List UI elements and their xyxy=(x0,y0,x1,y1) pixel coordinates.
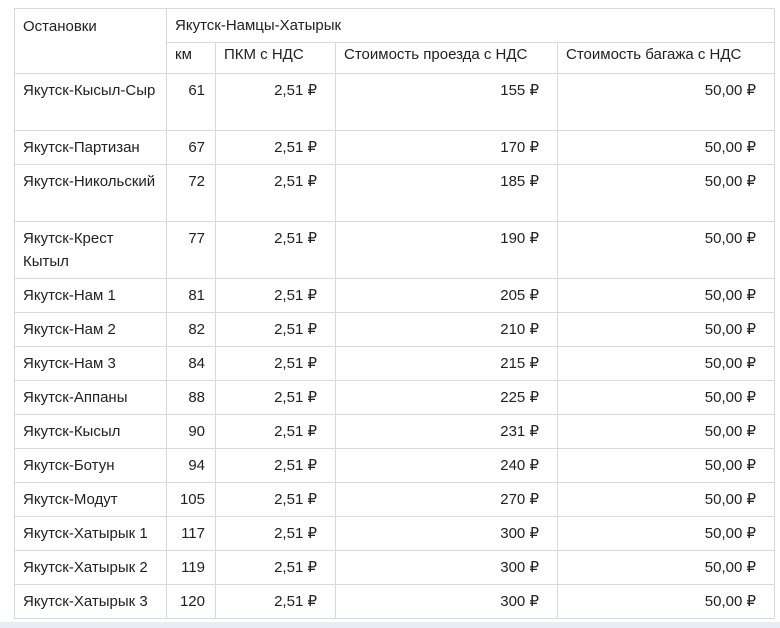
km-header: км xyxy=(166,42,216,74)
stop-cell: Якутск-Кысыл xyxy=(14,414,167,449)
pkm-cell: 2,51 ₽ xyxy=(215,414,336,449)
pkm-cell: 2,51 ₽ xyxy=(215,550,336,585)
stop-cell: Якутск-Нам 1 xyxy=(14,278,167,313)
table-row: Якутск-Крест Кытыл 77 2,51 ₽190 ₽50,00 ₽ xyxy=(14,221,776,279)
baggage-cell: 50,00 ₽ xyxy=(556,448,776,483)
km-cell: 72 xyxy=(166,164,216,222)
fare-cell: 300 ₽ xyxy=(335,584,558,619)
table-row: Якутск-Нам 2 82 2,51 ₽210 ₽50,00 ₽ xyxy=(14,312,776,347)
pkm-cell: 2,51 ₽ xyxy=(215,164,336,222)
km-cell: 119 xyxy=(166,550,216,585)
bottom-strip xyxy=(0,622,780,628)
table-row: Якутск-Аппаны 88 2,51 ₽225 ₽50,00 ₽ xyxy=(14,380,776,415)
table-row: Якутск-Модут 105 2,51 ₽270 ₽50,00 ₽ xyxy=(14,482,776,517)
table-row: Якутск-Хатырык 2 119 2,51 ₽300 ₽50,00 ₽ xyxy=(14,550,776,585)
pkm-cell: 2,51 ₽ xyxy=(215,482,336,517)
baggage-cell: 50,00 ₽ xyxy=(556,221,776,279)
pkm-cell: 2,51 ₽ xyxy=(215,130,336,165)
fare-cell: 231 ₽ xyxy=(335,414,558,449)
baggage-header: Стоимость багажа с НДС xyxy=(556,42,776,74)
pkm-cell: 2,51 ₽ xyxy=(215,278,336,313)
fare-cell: 155 ₽ xyxy=(335,73,558,131)
fare-cell: 225 ₽ xyxy=(335,380,558,415)
baggage-cell: 50,00 ₽ xyxy=(556,482,776,517)
pkm-header: ПКМ с НДС xyxy=(215,42,336,74)
km-cell: 84 xyxy=(166,346,216,381)
stop-cell: Якутск-Аппаны xyxy=(14,380,167,415)
km-cell: 67 xyxy=(166,130,216,165)
pkm-cell: 2,51 ₽ xyxy=(215,221,336,279)
table-row: Якутск-Хатырык 1 117 2,51 ₽300 ₽50,00 ₽ xyxy=(14,516,776,551)
table-row: Якутск-Партизан 67 2,51 ₽170 ₽50,00 ₽ xyxy=(14,130,776,165)
stop-cell: Якутск-Модут xyxy=(14,482,167,517)
km-cell: 90 xyxy=(166,414,216,449)
pkm-cell: 2,51 ₽ xyxy=(215,584,336,619)
stop-cell: Якутск-Кысыл-Сыр xyxy=(14,73,167,131)
pkm-cell: 2,51 ₽ xyxy=(215,516,336,551)
table-row: Якутск-Хатырык 3 120 2,51 ₽300 ₽50,00 ₽ xyxy=(14,584,776,619)
baggage-cell: 50,00 ₽ xyxy=(556,516,776,551)
fare-cell: 270 ₽ xyxy=(335,482,558,517)
km-cell: 117 xyxy=(166,516,216,551)
km-cell: 77 xyxy=(166,221,216,279)
table-row: Якутск-Кысыл-Сыр 61 2,51 ₽155 ₽50,00 ₽ xyxy=(14,73,776,131)
fare-header: Стоимость проезда с НДС xyxy=(335,42,558,74)
table-row: Якутск-Ботун 94 2,51 ₽240 ₽50,00 ₽ xyxy=(14,448,776,483)
fare-cell: 170 ₽ xyxy=(335,130,558,165)
fare-cell: 185 ₽ xyxy=(335,164,558,222)
pkm-cell: 2,51 ₽ xyxy=(215,346,336,381)
stop-cell: Якутск-Ботун xyxy=(14,448,167,483)
fare-cell: 240 ₽ xyxy=(335,448,558,483)
fare-cell: 300 ₽ xyxy=(335,550,558,585)
stops-header: Остановки xyxy=(14,8,167,74)
km-cell: 94 xyxy=(166,448,216,483)
baggage-cell: 50,00 ₽ xyxy=(556,312,776,347)
km-cell: 81 xyxy=(166,278,216,313)
baggage-cell: 50,00 ₽ xyxy=(556,346,776,381)
stop-cell: Якутск-Нам 2 xyxy=(14,312,167,347)
stop-cell: Якутск-Крест Кытыл xyxy=(14,221,167,279)
pkm-cell: 2,51 ₽ xyxy=(215,73,336,131)
baggage-cell: 50,00 ₽ xyxy=(556,130,776,165)
stop-cell: Якутск-Хатырык 1 xyxy=(14,516,167,551)
pkm-cell: 2,51 ₽ xyxy=(215,380,336,415)
baggage-cell: 50,00 ₽ xyxy=(556,164,776,222)
fare-table: Остановки Якутск-Намцы-Хатырык км ПКМ с … xyxy=(14,8,776,619)
km-cell: 120 xyxy=(166,584,216,619)
stop-cell: Якутск-Хатырык 3 xyxy=(14,584,167,619)
route-header: Якутск-Намцы-Хатырык xyxy=(165,8,776,43)
stop-cell: Якутск-Хатырык 2 xyxy=(14,550,167,585)
km-cell: 82 xyxy=(166,312,216,347)
table-row: Якутск-Нам 3 84 2,51 ₽215 ₽50,00 ₽ xyxy=(14,346,776,381)
km-cell: 88 xyxy=(166,380,216,415)
km-cell: 105 xyxy=(166,482,216,517)
baggage-cell: 50,00 ₽ xyxy=(556,550,776,585)
fare-cell: 205 ₽ xyxy=(335,278,558,313)
baggage-cell: 50,00 ₽ xyxy=(556,414,776,449)
stop-cell: Якутск-Нам 3 xyxy=(14,346,167,381)
table-row: Якутск-Кысыл 90 2,51 ₽231 ₽50,00 ₽ xyxy=(14,414,776,449)
stop-cell: Якутск-Никольский xyxy=(14,164,167,222)
km-cell: 61 xyxy=(166,73,216,131)
baggage-cell: 50,00 ₽ xyxy=(556,380,776,415)
fare-cell: 215 ₽ xyxy=(335,346,558,381)
baggage-cell: 50,00 ₽ xyxy=(556,73,776,131)
table-row: Якутск-Нам 1 81 2,51 ₽205 ₽50,00 ₽ xyxy=(14,278,776,313)
header-row: Остановки Якутск-Намцы-Хатырык xyxy=(14,8,776,74)
fare-cell: 190 ₽ xyxy=(335,221,558,279)
baggage-cell: 50,00 ₽ xyxy=(556,278,776,313)
table-row: Якутск-Никольский 72 2,51 ₽185 ₽50,00 ₽ xyxy=(14,164,776,222)
fare-cell: 300 ₽ xyxy=(335,516,558,551)
fare-cell: 210 ₽ xyxy=(335,312,558,347)
stop-cell: Якутск-Партизан xyxy=(14,130,167,165)
baggage-cell: 50,00 ₽ xyxy=(556,584,776,619)
pkm-cell: 2,51 ₽ xyxy=(215,448,336,483)
pkm-cell: 2,51 ₽ xyxy=(215,312,336,347)
